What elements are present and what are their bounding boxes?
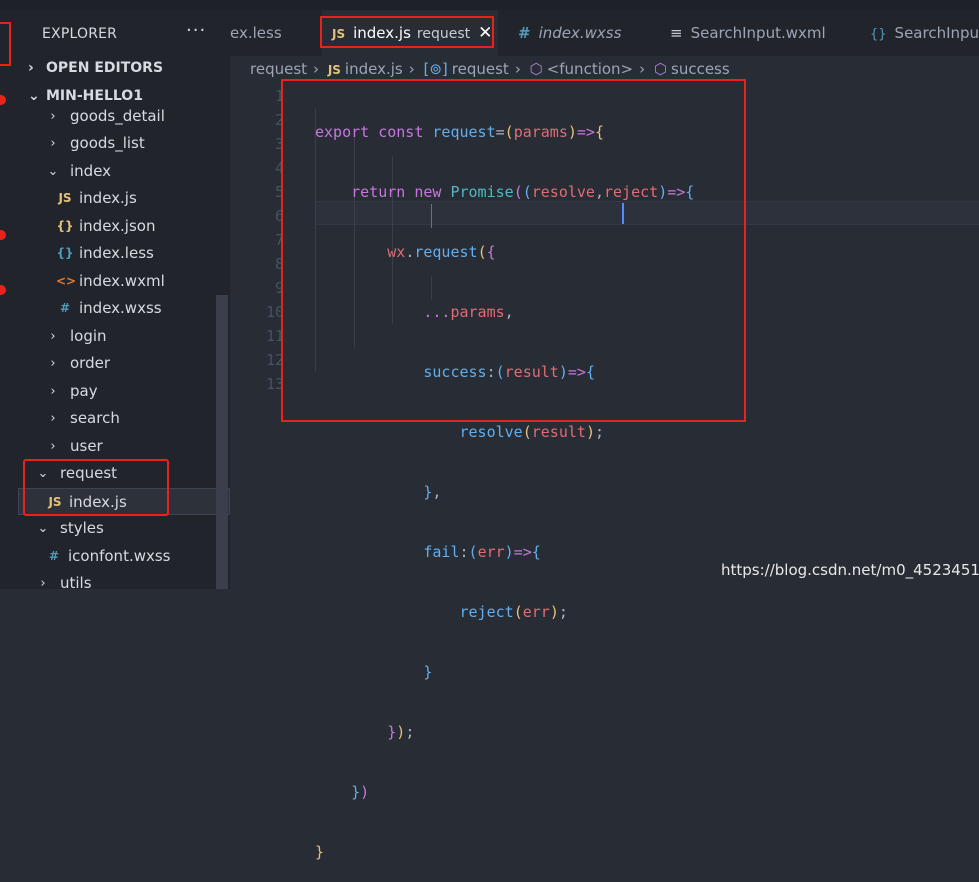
breadcrumb-symbol-request[interactable]: request <box>452 60 509 78</box>
chevron-down-icon: ⌄ <box>37 521 49 536</box>
explorer-title: EXPLORER <box>42 26 118 42</box>
chevron-right-icon: › <box>313 60 320 78</box>
breadcrumb-symbol-function[interactable]: <function> <box>547 60 633 78</box>
line-number: 8 <box>274 255 284 273</box>
line-number: 2 <box>274 111 284 129</box>
line-number: 9 <box>274 279 284 297</box>
tree-folder-search[interactable]: › search <box>18 405 230 432</box>
js-file-icon: JS <box>58 191 72 205</box>
code-line: } <box>423 663 433 681</box>
activity-bar <box>0 10 18 589</box>
tree-folder-styles[interactable]: ⌄ styles <box>18 515 230 542</box>
chevron-right-icon: › <box>28 60 34 76</box>
code-line: }); <box>387 723 415 741</box>
title-strip <box>0 0 979 10</box>
tree-folder-order[interactable]: › order <box>18 350 230 377</box>
line-number: 7 <box>274 231 284 249</box>
watermark: https://blog.csdn.net/m0_45234510 <box>721 561 979 579</box>
json-file-icon: {} <box>870 27 887 42</box>
wxml-file-icon: <> <box>56 274 77 288</box>
code-line: resolve(result); <box>459 423 605 441</box>
line-number: 5 <box>274 183 284 201</box>
code-line: reject(err); <box>459 603 568 621</box>
tab-searchinput-json[interactable]: {} SearchInput <box>854 10 979 56</box>
line-number: 11 <box>265 327 284 345</box>
chevron-right-icon: › <box>639 60 646 78</box>
line-number: 13 <box>265 375 284 393</box>
tree-folder-goods-detail[interactable]: › goods_detail <box>18 103 230 130</box>
chevron-right-icon: › <box>50 136 56 151</box>
open-editors-section[interactable]: › OPEN EDITORS <box>28 60 163 76</box>
chevron-right-icon: › <box>50 411 56 426</box>
tree-folder-index[interactable]: ⌄ index <box>18 158 230 185</box>
tree-folder-user[interactable]: › user <box>18 433 230 460</box>
line-number: 3 <box>274 135 284 153</box>
list-file-icon: ≡ <box>670 24 683 42</box>
tree-folder-utils[interactable]: › utils <box>18 570 230 597</box>
activity-highlight <box>0 22 11 66</box>
request-annotation-box <box>23 459 169 516</box>
tree-folder-goods-list[interactable]: › goods_list <box>18 130 230 157</box>
chevron-right-icon: › <box>50 384 56 399</box>
activity-badge <box>0 230 6 240</box>
hash-file-icon: # <box>48 549 60 563</box>
chevron-down-icon: ⌄ <box>47 164 59 179</box>
js-file-icon: JS <box>327 63 341 77</box>
chevron-right-icon: › <box>514 60 521 78</box>
code-annotation-box <box>281 79 746 422</box>
chevron-right-icon: › <box>50 329 56 344</box>
cube-symbol-icon: ⬡ <box>529 60 543 78</box>
variable-symbol-icon: [⊚] <box>423 60 448 78</box>
chevron-down-icon: ⌄ <box>28 88 40 104</box>
tree-file-index-wxss[interactable]: # index.wxss <box>18 295 230 322</box>
code-line: }) <box>351 783 370 801</box>
breadcrumb-file[interactable]: index.js <box>345 60 403 78</box>
tree-file-index-less[interactable]: {} index.less <box>18 240 230 267</box>
hash-file-icon: # <box>518 24 531 42</box>
line-number: 4 <box>274 159 284 177</box>
chevron-right-icon: › <box>40 576 46 591</box>
breadcrumb: request › JS index.js › [⊚] request › ⬡ <funct… <box>250 60 734 80</box>
less-file-icon: {} <box>56 246 74 260</box>
chevron-right-icon: › <box>50 356 56 371</box>
tree-folder-pay[interactable]: › pay <box>18 378 230 405</box>
chevron-right-icon: › <box>50 109 56 124</box>
code-line: fail:(err)=>{ <box>423 543 541 561</box>
line-number: 12 <box>265 351 284 369</box>
cube-symbol-icon: ⬡ <box>653 60 668 78</box>
code-line: }, <box>423 483 442 501</box>
tree-file-index-json[interactable]: {} index.json <box>18 213 230 240</box>
tree-folder-login[interactable]: › login <box>18 323 230 350</box>
tree-file-index-wxml[interactable]: <> index.wxml <box>18 268 230 295</box>
project-section[interactable]: ⌄ MIN-HELLO1 <box>28 88 143 104</box>
tree-file-index-js[interactable]: JS index.js <box>18 185 230 212</box>
tab-searchinput-wxml[interactable]: ≡ SearchInput.wxml <box>654 10 850 56</box>
chevron-right-icon: › <box>408 60 415 78</box>
sidebar-scrollbar[interactable] <box>216 295 228 589</box>
chevron-right-icon: › <box>50 439 56 454</box>
hash-file-icon: # <box>59 301 71 315</box>
tree-file-iconfont-wxss[interactable]: # iconfont.wxss <box>18 543 230 570</box>
line-number: 6 <box>274 207 284 225</box>
tab-index-wxss[interactable]: # index.wxss <box>500 10 650 56</box>
breadcrumb-folder[interactable]: request <box>250 60 307 78</box>
activity-badge <box>0 95 6 105</box>
more-actions-icon[interactable]: ··· <box>186 20 206 41</box>
tab-index-less[interactable]: ex.less <box>230 10 318 56</box>
activity-badge <box>0 285 6 295</box>
line-number-gutter: 1 2 3 4 5 6 7 8 9 10 11 12 13 <box>250 84 284 396</box>
tab-annotation-box <box>320 16 494 48</box>
line-number: 1 <box>274 87 284 105</box>
breadcrumb-symbol-success[interactable]: success <box>671 60 730 78</box>
code-line: } <box>315 843 325 861</box>
line-number: 10 <box>265 303 284 321</box>
json-file-icon: {} <box>56 219 74 233</box>
